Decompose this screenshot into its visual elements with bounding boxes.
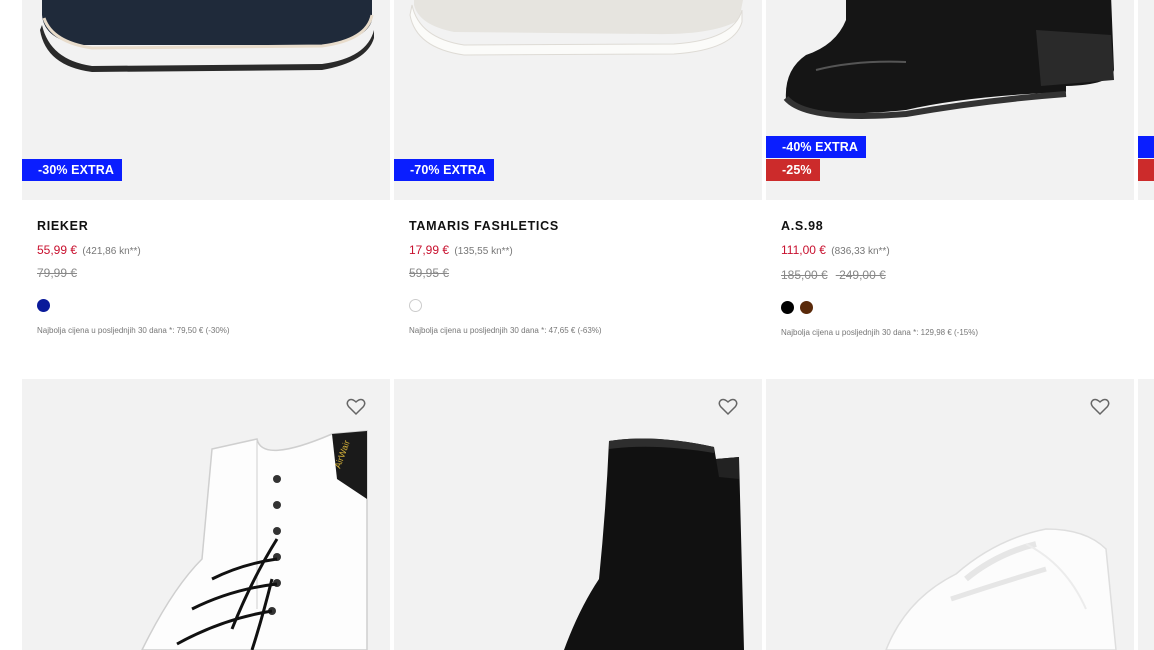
product-price: 111,00 € (836,33 kn**)	[781, 243, 890, 257]
product-image[interactable]: AirWair	[22, 379, 390, 650]
favorite-button[interactable]	[1090, 398, 1110, 416]
original-price: 59,95 €	[409, 266, 457, 280]
product-brand[interactable]: RIEKER	[37, 219, 88, 233]
heart-outline-icon	[346, 398, 366, 416]
price-kn: (836,33 kn**)	[831, 246, 890, 257]
heart-outline-icon	[718, 398, 738, 416]
sale-price: 55,99 €	[37, 243, 78, 257]
as98-shoe-image	[783, 0, 1114, 119]
sale-price: 17,99 €	[409, 243, 450, 257]
product-price: 55,99 € (421,86 kn**)	[37, 243, 141, 257]
product-brand[interactable]: TAMARIS FASHLETICS	[409, 219, 559, 233]
price-kn: (421,86 kn**)	[82, 246, 141, 257]
black-sock-ankle-boot-image	[564, 438, 744, 650]
heart-outline-icon	[1090, 398, 1110, 416]
old-price: 185,00 €	[781, 268, 828, 282]
original-prices: 185,00 € 249,00 €	[781, 268, 894, 282]
product-price: 17,99 € (135,55 kn**)	[409, 243, 513, 257]
lowest-price-note: Najbolja cijena u posljednjih 30 dana *:…	[409, 326, 602, 335]
next-product-image-partial[interactable]	[1138, 379, 1154, 650]
product-image[interactable]	[766, 379, 1134, 650]
product-brand[interactable]: A.S.98	[781, 219, 823, 233]
old-price: 79,99 €	[37, 266, 78, 280]
extra-discount-badge-partial	[1138, 136, 1154, 158]
discount-badge-partial	[1138, 159, 1154, 181]
white-sneaker-image	[885, 528, 1117, 650]
color-swatch-white[interactable]	[409, 299, 422, 312]
discount-badge: -25%	[766, 159, 820, 181]
old-price: 249,00 €	[839, 268, 886, 282]
product-image[interactable]	[394, 379, 762, 650]
favorite-button[interactable]	[346, 398, 366, 416]
original-price: 79,99 €	[37, 266, 85, 280]
color-swatch-brown[interactable]	[800, 301, 813, 314]
favorite-button[interactable]	[718, 398, 738, 416]
white-lace-up-boot-image: AirWair	[141, 430, 368, 650]
lowest-price-note: Najbolja cijena u posljednjih 30 dana *:…	[37, 326, 230, 335]
extra-discount-badge: -70% EXTRA	[394, 159, 495, 181]
color-swatch-navy[interactable]	[37, 299, 50, 312]
extra-discount-badge: -30% EXTRA	[22, 159, 123, 181]
sale-price: 111,00 €	[781, 243, 826, 257]
extra-discount-badge: -40% EXTRA	[766, 136, 867, 158]
lowest-price-note: Najbolja cijena u posljednjih 30 dana *:…	[781, 328, 979, 337]
old-price: 59,95 €	[409, 266, 450, 280]
product-image[interactable]	[766, 0, 1134, 200]
color-swatch-black[interactable]	[781, 301, 794, 314]
price-kn: (135,55 kn**)	[454, 246, 513, 257]
